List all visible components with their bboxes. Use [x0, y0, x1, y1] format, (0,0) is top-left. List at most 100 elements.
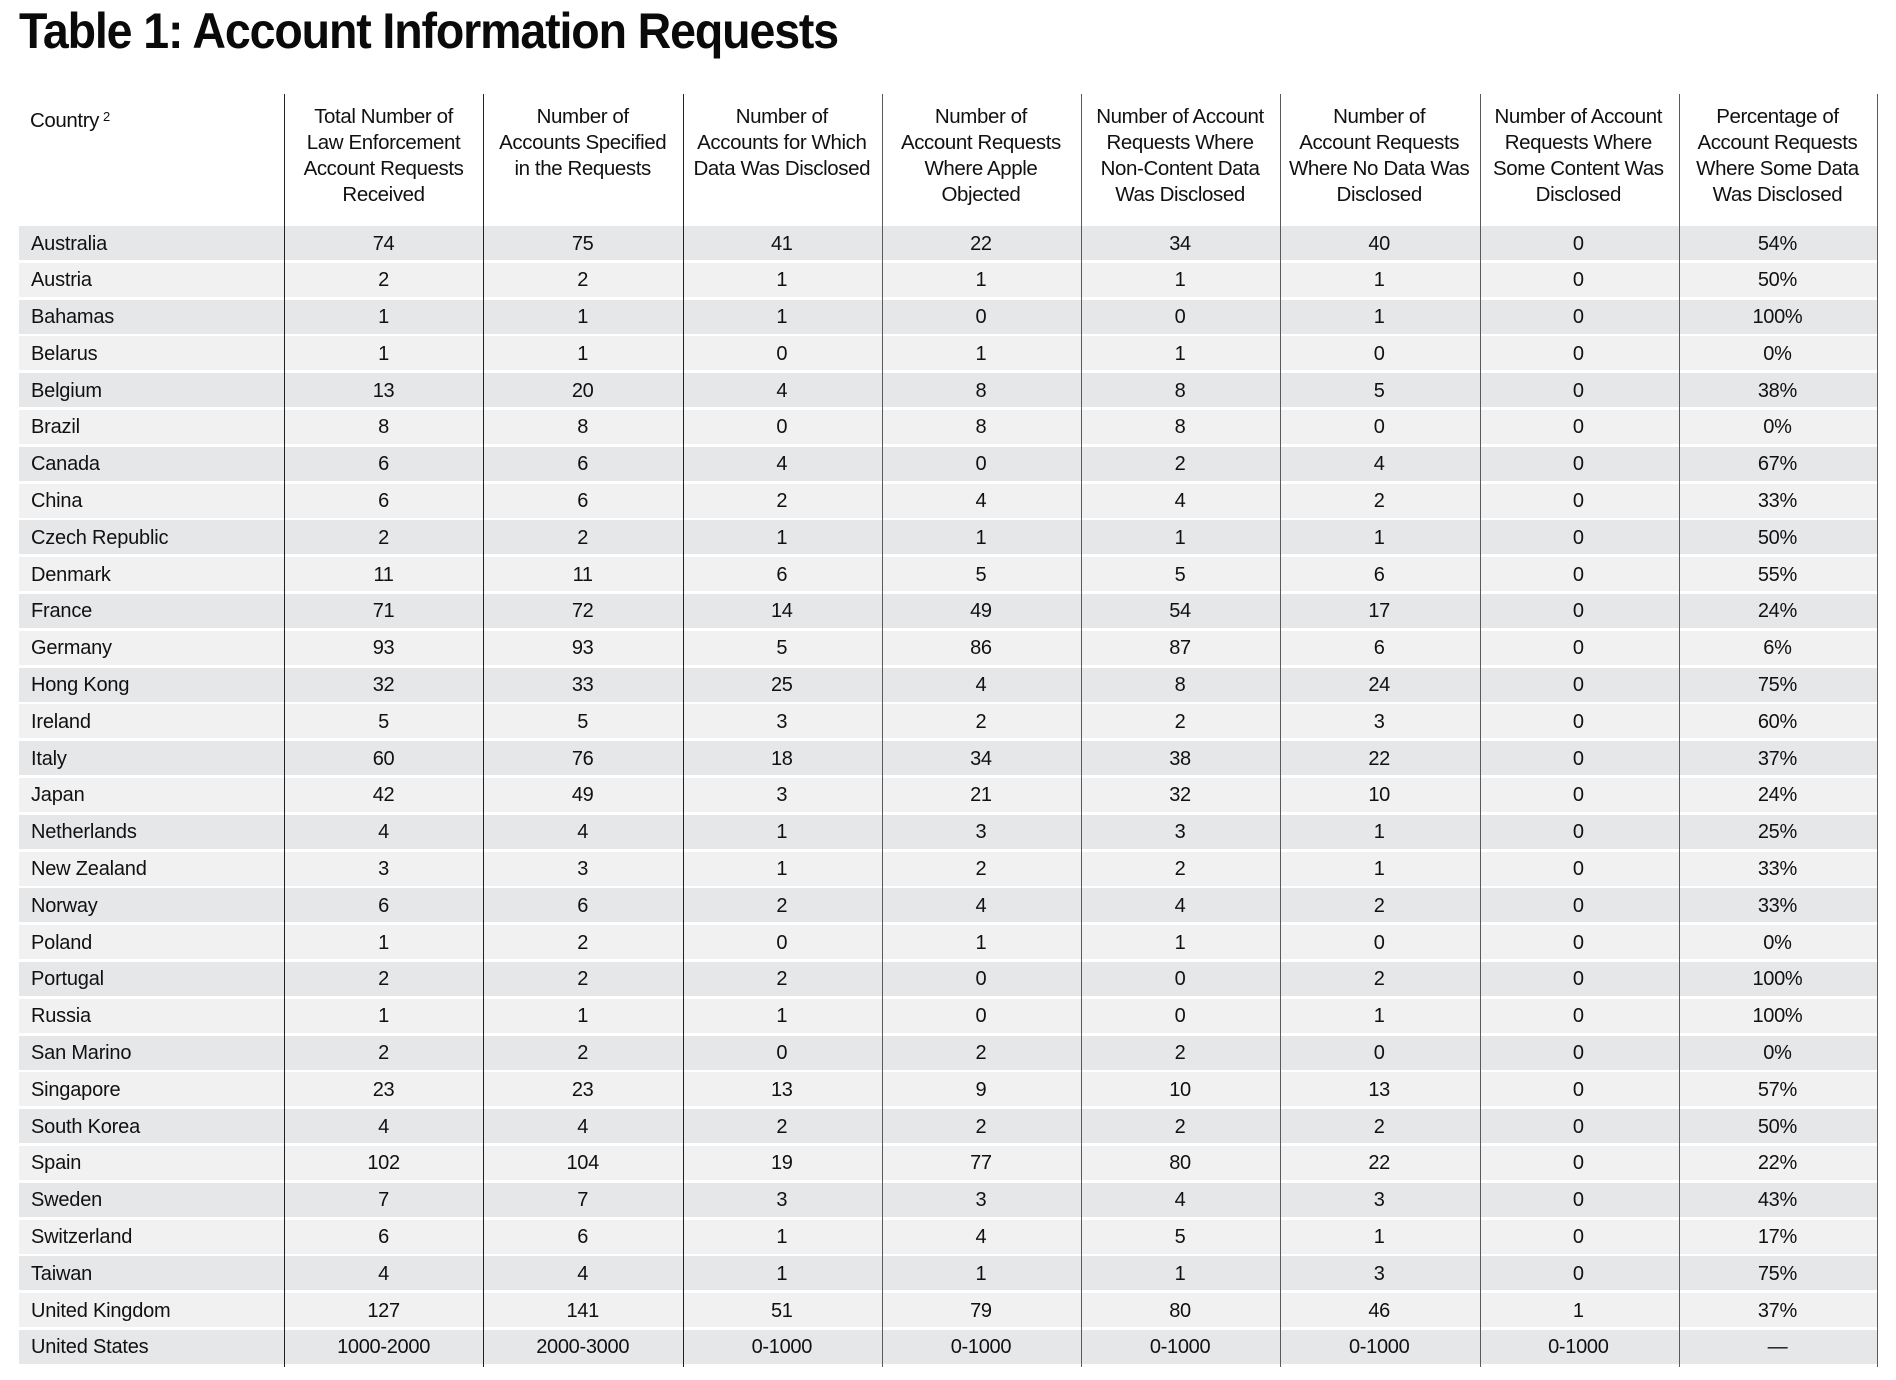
cell-total-requests-received: 4: [378, 1115, 389, 1138]
cell-non-content-data-disclosed: 8: [1174, 416, 1186, 439]
cell-no-data-disclosed: 3: [1373, 710, 1385, 733]
cell-some-content-disclosed: 0: [1572, 453, 1584, 476]
cell-requests-apple-objected: 2: [975, 1115, 987, 1138]
country-name-cell: Australia: [31, 232, 108, 255]
cell-accounts-data-disclosed: 5: [776, 637, 788, 660]
cell-non-content-data-disclosed: 5: [1174, 1226, 1186, 1249]
cell-some-content-disclosed: 0: [1572, 784, 1584, 807]
cell-accounts-data-disclosed: 0: [776, 416, 788, 439]
cell-percentage-some-data-disclosed: 33%: [1757, 858, 1797, 881]
cell-percentage-some-data-disclosed: 60%: [1757, 710, 1797, 733]
cell-accounts-data-disclosed: 0: [776, 1042, 788, 1065]
cell-percentage-some-data-disclosed: —: [1767, 1336, 1788, 1359]
cell-no-data-disclosed: 2: [1373, 968, 1385, 991]
cell-some-content-disclosed: 0: [1572, 931, 1584, 954]
column-header-line: Number of Account: [1494, 105, 1663, 128]
cell-requests-apple-objected: 4: [975, 490, 987, 513]
table-row: Bahamas 1 1 1 0 0 1 0 100%: [19, 299, 1877, 334]
cell-no-data-disclosed: 5: [1373, 379, 1385, 402]
cell-non-content-data-disclosed: 2: [1174, 1115, 1186, 1138]
cell-accounts-specified: 75: [571, 232, 594, 255]
cell-accounts-specified: 93: [571, 637, 594, 660]
table-row: Denmark 11 11 6 5 5 6 0 55%: [19, 557, 1877, 592]
cell-non-content-data-disclosed: 38: [1169, 747, 1191, 770]
cell-non-content-data-disclosed: 1: [1174, 342, 1186, 365]
cell-non-content-data-disclosed: 32: [1169, 784, 1191, 807]
cell-percentage-some-data-disclosed: 25%: [1757, 821, 1797, 844]
country-name-cell: Belarus: [31, 342, 98, 365]
cell-some-content-disclosed: 0: [1572, 232, 1584, 255]
cell-no-data-disclosed: 0-1000: [1348, 1336, 1410, 1359]
table-row: Portugal 2 2 2 0 0 2 0 100%: [19, 961, 1877, 996]
cell-total-requests-received: 93: [372, 637, 395, 660]
table-row: Hong Kong 32 33 25 4 8 24 0 75%: [19, 667, 1877, 702]
table-row: United States 1000-2000 2000-3000 0-1000 0-1…: [19, 1329, 1877, 1364]
cell-non-content-data-disclosed: 2: [1174, 858, 1186, 881]
cell-some-content-disclosed: 0: [1572, 1189, 1584, 1212]
cell-non-content-data-disclosed: 0: [1174, 1005, 1186, 1028]
cell-accounts-data-disclosed: 3: [776, 1189, 788, 1212]
column-header-line: in the Requests: [514, 157, 651, 180]
cell-requests-apple-objected: 4: [975, 1226, 987, 1249]
country-name-cell: Netherlands: [31, 821, 137, 844]
cell-non-content-data-disclosed: 0: [1174, 968, 1186, 991]
cell-accounts-specified: 1: [577, 342, 589, 365]
cell-percentage-some-data-disclosed: 100%: [1752, 1005, 1803, 1028]
cell-accounts-data-disclosed: 2: [776, 894, 788, 917]
cell-accounts-specified: 141: [566, 1299, 599, 1322]
cell-no-data-disclosed: 1: [1373, 1226, 1385, 1249]
cell-percentage-some-data-disclosed: 6%: [1763, 637, 1792, 660]
cell-non-content-data-disclosed: 1: [1174, 526, 1186, 549]
column-header-line: Some Content Was: [1493, 157, 1664, 180]
page-title: Table 1: Account Information Requests: [19, 3, 839, 59]
country-name-cell: Sweden: [31, 1189, 103, 1212]
column-header-line: Disclosed: [1336, 183, 1423, 206]
cell-requests-apple-objected: 2: [975, 1042, 987, 1065]
table-header-row: Country 2 Total Number of Law Enforcement Ac…: [19, 94, 1877, 226]
cell-total-requests-received: 2: [378, 526, 389, 549]
table-row: Belarus 1 1 0 1 1 0 0 0%: [19, 336, 1877, 371]
cell-accounts-specified: 2: [577, 269, 589, 292]
cell-some-content-disclosed: 0: [1572, 379, 1584, 402]
column-header-line: Where Apple: [924, 157, 1038, 180]
cell-accounts-specified: 72: [571, 600, 594, 623]
cell-accounts-specified: 5: [577, 710, 589, 733]
country-name-cell: Germany: [31, 637, 112, 660]
country-name-cell: China: [31, 490, 83, 513]
cell-no-data-disclosed: 22: [1368, 1152, 1391, 1175]
cell-some-content-disclosed: 0: [1572, 1152, 1584, 1175]
cell-accounts-data-disclosed: 1: [776, 821, 788, 844]
country-name-cell: France: [31, 600, 93, 623]
country-name-cell: United Kingdom: [31, 1299, 171, 1322]
cell-percentage-some-data-disclosed: 55%: [1757, 563, 1797, 586]
cell-percentage-some-data-disclosed: 43%: [1757, 1189, 1797, 1212]
cell-no-data-disclosed: 1: [1373, 526, 1385, 549]
column-header-line: Number of: [1333, 105, 1426, 128]
cell-non-content-data-disclosed: 0-1000: [1149, 1336, 1211, 1359]
cell-requests-apple-objected: 21: [970, 784, 992, 807]
cell-requests-apple-objected: 2: [975, 710, 987, 733]
cell-accounts-specified: 8: [577, 416, 589, 439]
table-row: Canada 6 6 4 0 2 4 0 67%: [19, 446, 1877, 481]
cell-some-content-disclosed: 0: [1572, 821, 1584, 844]
column-header-line: Account Requests: [303, 157, 464, 180]
column-divider: [1877, 94, 1878, 1367]
country-name-cell: Poland: [31, 931, 93, 954]
column-header-line: Disclosed: [1535, 183, 1622, 206]
cell-accounts-data-disclosed: 51: [770, 1299, 793, 1322]
cell-accounts-data-disclosed: 1: [776, 306, 788, 329]
cell-non-content-data-disclosed: 4: [1174, 490, 1186, 513]
table-row: Taiwan 4 4 1 1 1 3 0 75%: [19, 1256, 1877, 1291]
column-header-line: Total Number of: [314, 105, 453, 128]
table-row: China 6 6 2 4 4 2 0 33%: [19, 483, 1877, 518]
cell-some-content-disclosed: 0: [1572, 269, 1584, 292]
table-row: South Korea 4 4 2 2 2 2 0 50%: [19, 1109, 1877, 1144]
cell-percentage-some-data-disclosed: 17%: [1757, 1226, 1797, 1249]
cell-some-content-disclosed: 0: [1572, 747, 1584, 770]
cell-total-requests-received: 7: [378, 1189, 389, 1212]
cell-accounts-data-disclosed: 0: [776, 342, 788, 365]
cell-requests-apple-objected: 1: [975, 342, 987, 365]
cell-accounts-specified: 6: [577, 894, 589, 917]
cell-accounts-specified: 6: [577, 1226, 589, 1249]
cell-percentage-some-data-disclosed: 37%: [1757, 1299, 1797, 1322]
